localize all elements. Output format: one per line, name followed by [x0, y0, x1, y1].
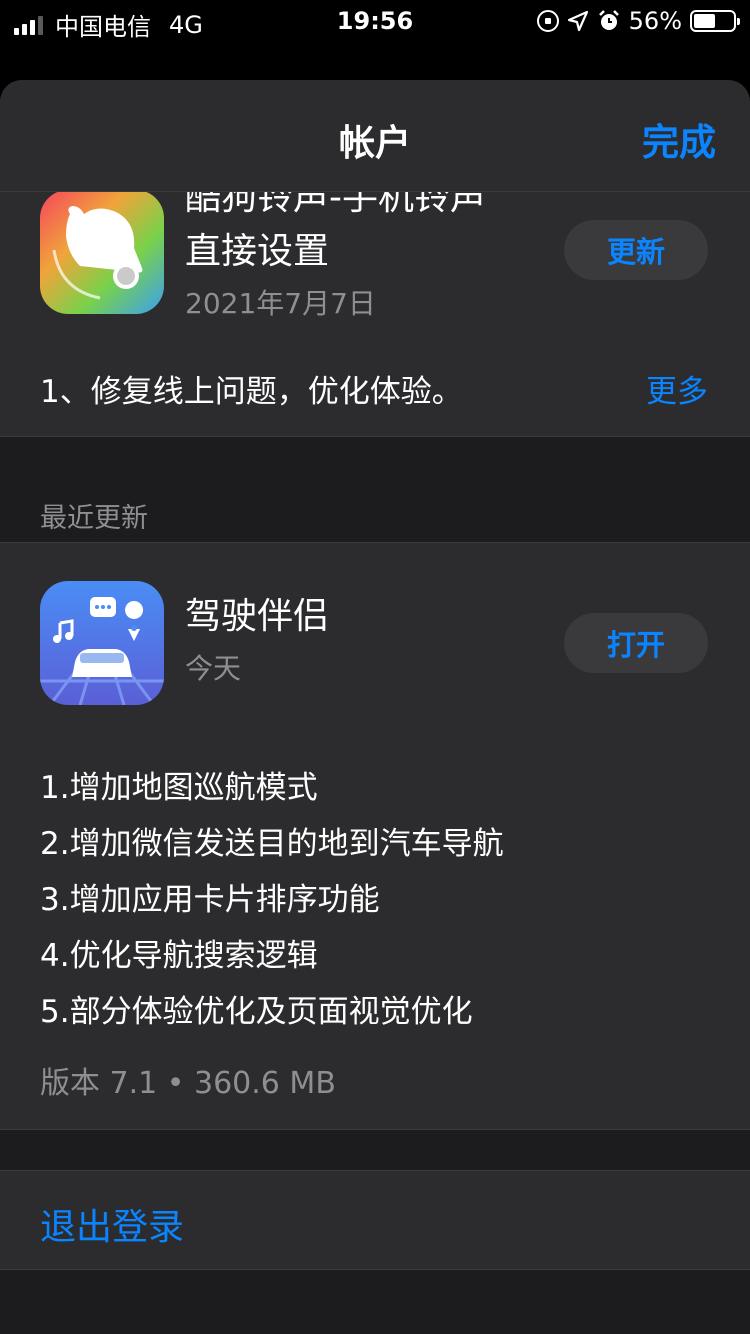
- nav-bar: 帐户 完成: [0, 80, 750, 192]
- pending-app-date: 2021年7月7日: [185, 287, 376, 320]
- release-note-item: 5.部分体验优化及页面视觉优化: [40, 994, 473, 1030]
- status-bar: 中国电信 4G 19:56 56%: [0, 0, 750, 42]
- orientation-lock-icon: [536, 10, 559, 32]
- driving-companion-app-icon[interactable]: [40, 581, 164, 705]
- account-sheet: 帐户 完成 酷狗铃声-手机铃声 直接设置 2021年7月7日 更新 1、修复线上…: [0, 80, 750, 1334]
- recent-release-notes: 1.增加地图巡航模式 2.增加微信发送目的地到汽车导航 3.增加应用卡片排序功能…: [40, 760, 504, 1040]
- recent-app-name: 驾驶伴侣: [185, 596, 330, 637]
- release-note-item: 3.增加应用卡片排序功能: [40, 882, 380, 918]
- pending-release-notes: 1、修复线上问题，优化体验。: [40, 374, 463, 410]
- pending-app-name-line2: 直接设置: [185, 231, 330, 272]
- release-note-item: 1.增加地图巡航模式: [40, 770, 318, 806]
- location-icon: [567, 10, 588, 32]
- recent-app-date: 今天: [185, 652, 242, 685]
- battery-percent: 56%: [628, 7, 682, 35]
- kugou-ringtone-app-icon[interactable]: [40, 190, 164, 314]
- more-button[interactable]: 更多: [646, 366, 708, 411]
- battery-icon: [690, 10, 740, 32]
- page-title: 帐户: [338, 123, 411, 164]
- release-note-item: 2.增加微信发送目的地到汽车导航: [40, 826, 504, 862]
- version-info: 版本 7.1 • 360.6 MB: [40, 1066, 336, 1101]
- sign-out-button[interactable]: 退出登录: [40, 1198, 184, 1250]
- section-title-recent-updates: 最近更新: [40, 503, 148, 534]
- status-right: 56%: [536, 7, 740, 35]
- done-button[interactable]: 完成: [642, 112, 716, 166]
- release-note-item: 4.优化导航搜索逻辑: [40, 938, 318, 974]
- update-button[interactable]: 更新: [564, 220, 708, 280]
- alarm-icon: [598, 10, 619, 30]
- pending-update-card: 酷狗铃声-手机铃声 直接设置 2021年7月7日 更新 1、修复线上问题，优化体…: [0, 177, 750, 437]
- open-button[interactable]: 打开: [564, 613, 708, 673]
